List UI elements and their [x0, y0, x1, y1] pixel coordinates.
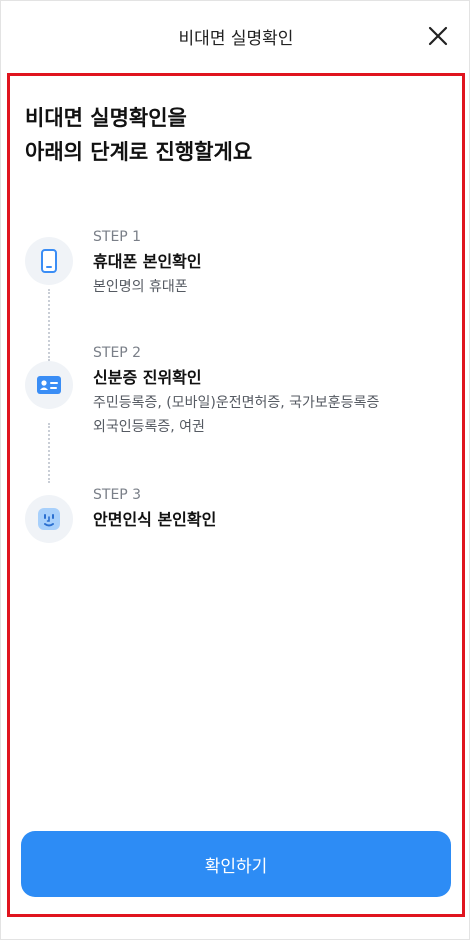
step-label: STEP 2 — [93, 345, 142, 361]
step-desc: 주민등록증, (모바일)운전면허증, 국가보훈등록증 — [93, 395, 380, 411]
step-label: STEP 3 — [93, 487, 142, 503]
step-icon-bg — [25, 495, 73, 543]
step-title: 안면인식 본인확인 — [93, 510, 217, 529]
step-icon-bg — [25, 237, 73, 285]
headline-line-2: 아래의 단계로 진행할게요 — [25, 140, 253, 164]
step-desc: 외국인등록증, 여권 — [93, 419, 205, 435]
phone-icon — [41, 249, 57, 273]
step-text: STEP 3 안면인식 본인확인 — [93, 485, 443, 533]
headline-line-1: 비대면 실명확인을 — [25, 106, 187, 130]
step-title: 휴대폰 본인확인 — [93, 252, 202, 271]
step-connector — [48, 423, 50, 483]
headline: 비대면 실명확인을 아래의 단계로 진행할게요 — [25, 101, 445, 169]
app-frame: 비대면 실명확인 비대면 실명확인을 아래의 단계로 진행할게요 STEP 1 … — [0, 0, 470, 940]
step-desc: 본인명의 휴대폰 — [93, 279, 188, 295]
step-text: STEP 1 휴대폰 본인확인 본인명의 휴대폰 — [93, 227, 443, 299]
step-connector — [48, 289, 50, 361]
step-text: STEP 2 신분증 진위확인 주민등록증, (모바일)운전면허증, 국가보훈등… — [93, 343, 443, 439]
close-button[interactable] — [425, 23, 451, 49]
step-label: STEP 1 — [93, 229, 142, 245]
confirm-button[interactable]: 확인하기 — [21, 831, 451, 897]
close-icon — [428, 26, 448, 46]
page-title: 비대면 실명확인 — [178, 28, 294, 49]
header: 비대면 실명확인 — [1, 1, 470, 71]
step-icon-bg — [25, 361, 73, 409]
face-icon — [38, 508, 60, 530]
step-title: 신분증 진위확인 — [93, 368, 202, 387]
id-card-icon — [37, 376, 61, 394]
